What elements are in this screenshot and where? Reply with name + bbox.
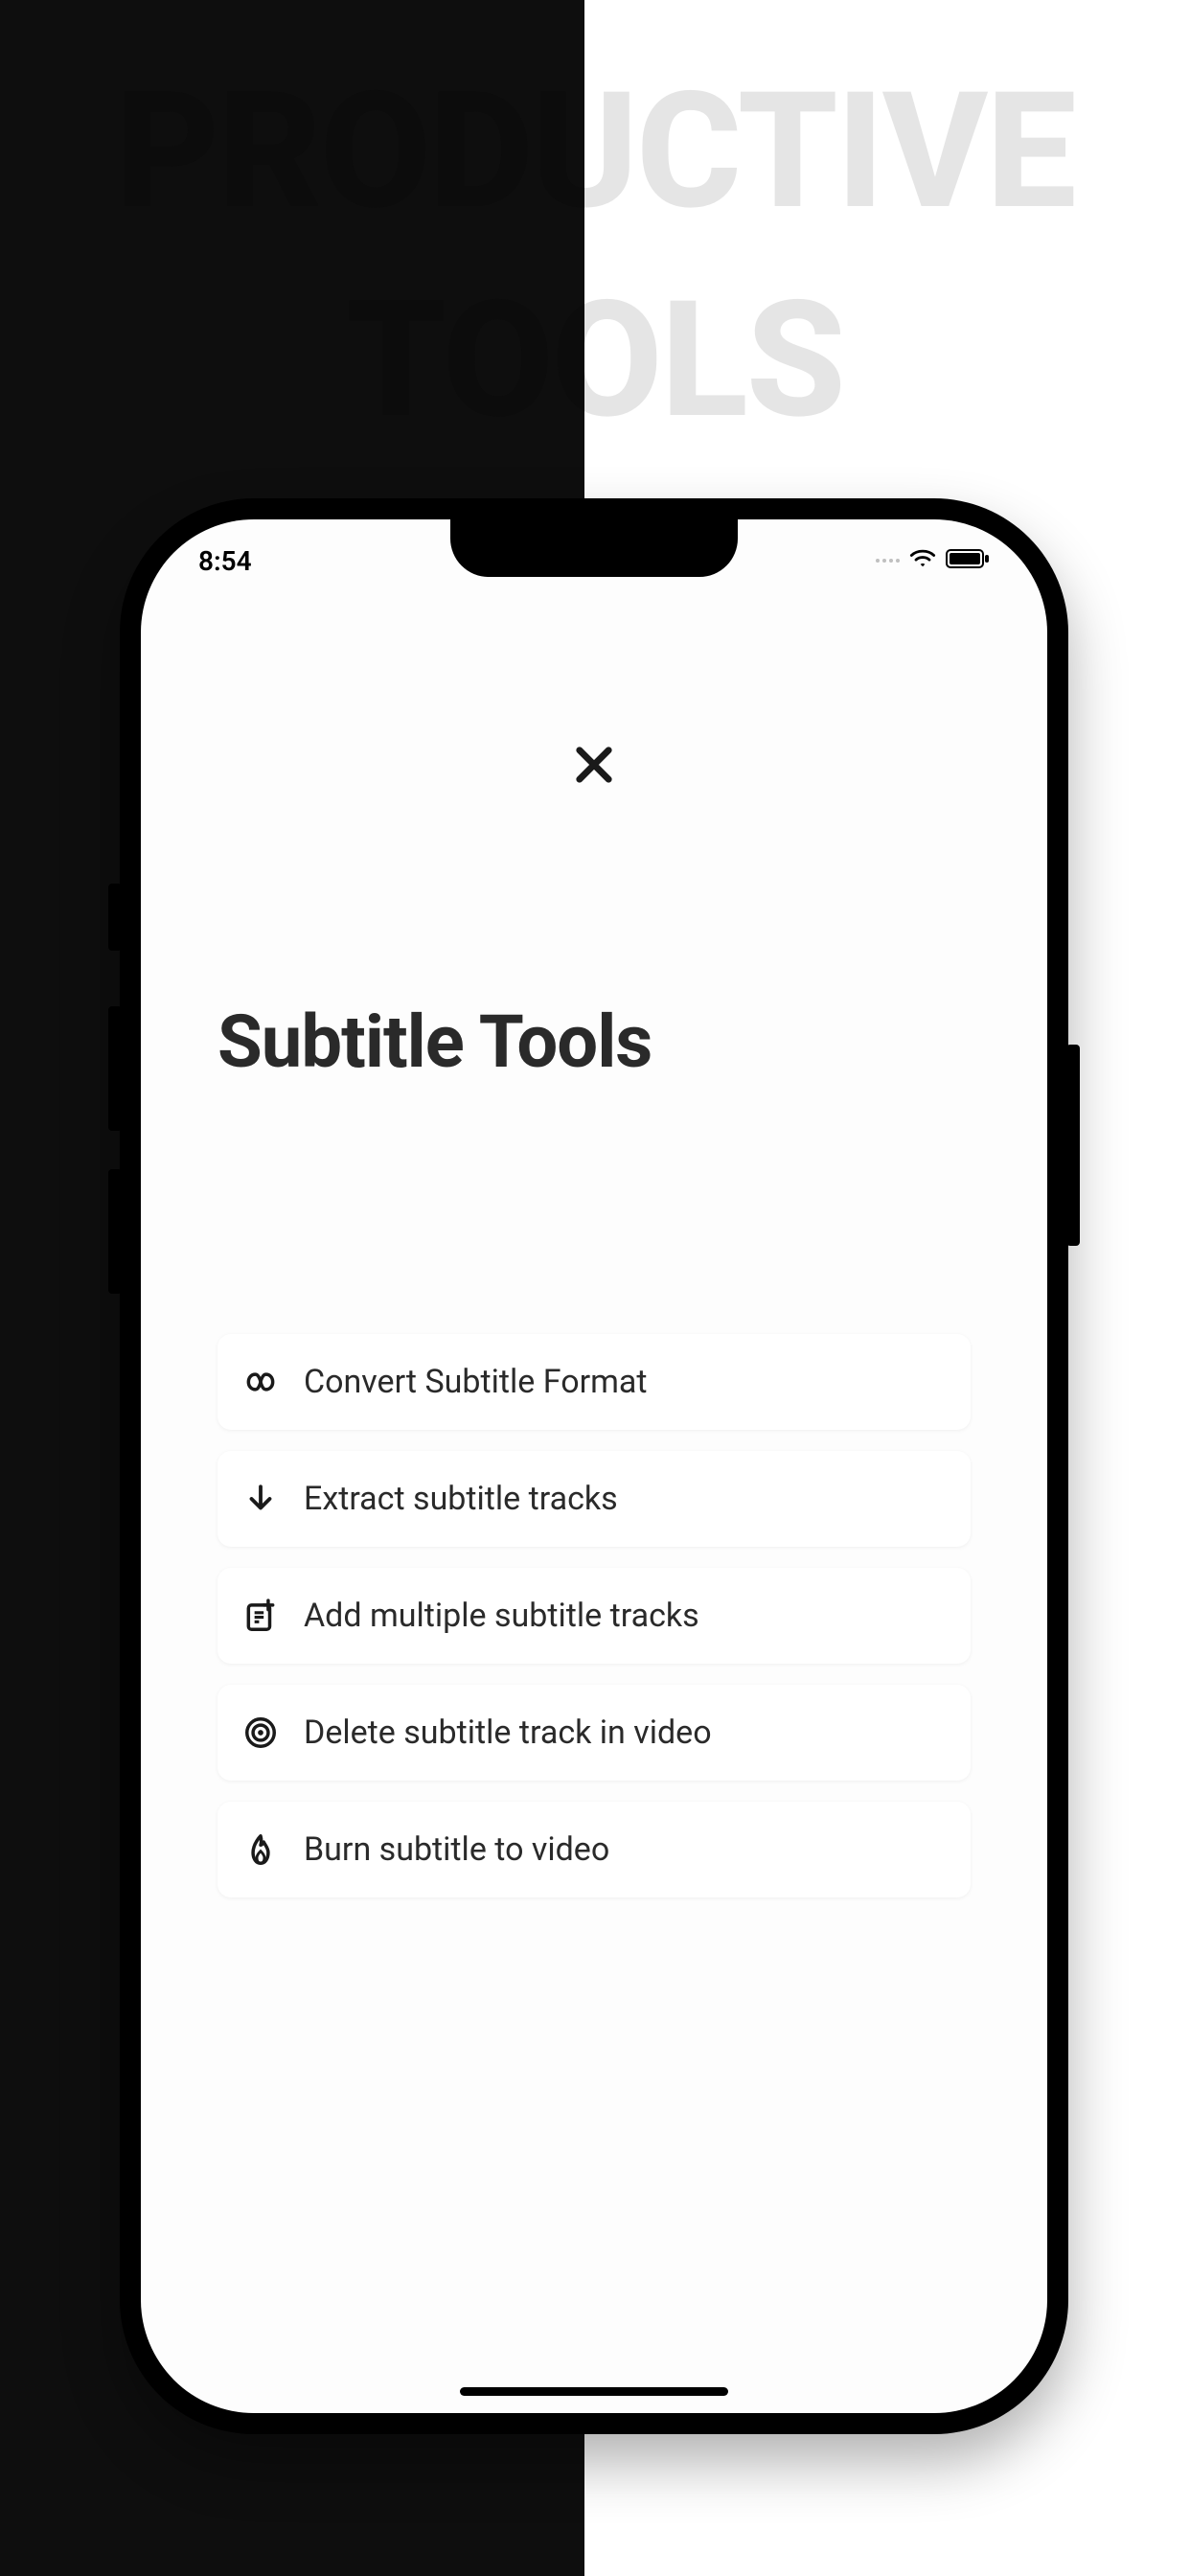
tool-list: Convert Subtitle Format Extract subtitle… — [217, 1334, 971, 1898]
tool-label: Extract subtitle tracks — [304, 1480, 618, 1518]
tool-extract-subtitle-tracks[interactable]: Extract subtitle tracks — [217, 1451, 971, 1547]
add-document-icon — [242, 1598, 279, 1634]
close-icon — [569, 775, 619, 794]
tool-label: Add multiple subtitle tracks — [304, 1597, 699, 1635]
wifi-icon — [909, 548, 936, 573]
tool-burn-subtitle-to-video[interactable]: Burn subtitle to video — [217, 1802, 971, 1898]
phone-power-button — [1066, 1045, 1080, 1246]
cellular-icon — [876, 559, 900, 563]
tool-label: Burn subtitle to video — [304, 1830, 609, 1869]
target-icon — [242, 1714, 279, 1751]
page-title: Subtitle Tools — [217, 999, 652, 1085]
tool-delete-subtitle-track[interactable]: Delete subtitle track in video — [217, 1685, 971, 1781]
battery-icon — [946, 548, 990, 573]
tool-label: Convert Subtitle Format — [304, 1363, 648, 1401]
tool-label: Delete subtitle track in video — [304, 1714, 712, 1752]
hero-line-1: PRODUCTIVE — [0, 48, 1190, 257]
home-indicator[interactable] — [460, 2387, 728, 2396]
download-icon — [242, 1481, 279, 1517]
status-time: 8:54 — [198, 545, 252, 577]
close-button[interactable] — [569, 740, 619, 794]
fire-icon — [242, 1831, 279, 1868]
hero-line-2: TOOLS — [0, 257, 1190, 466]
phone-notch — [450, 519, 738, 577]
tool-convert-subtitle-format[interactable]: Convert Subtitle Format — [217, 1334, 971, 1430]
hero-title: PRODUCTIVE TOOLS — [0, 48, 1190, 467]
tool-add-multiple-subtitle-tracks[interactable]: Add multiple subtitle tracks — [217, 1568, 971, 1664]
phone-screen: 8:54 — [141, 519, 1047, 2413]
phone-frame: 8:54 — [120, 498, 1068, 2434]
infinity-icon — [242, 1364, 279, 1400]
status-indicators — [876, 548, 990, 573]
